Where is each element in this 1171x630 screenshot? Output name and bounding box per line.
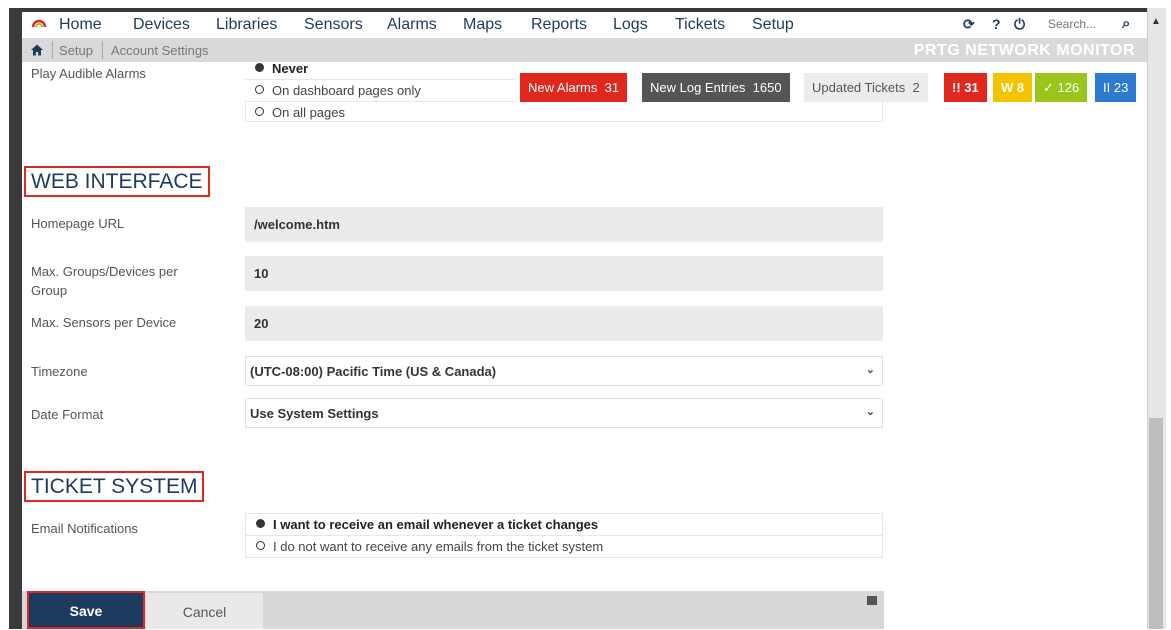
print-icon[interactable] xyxy=(867,596,877,605)
refresh-icon[interactable]: ⟳ xyxy=(963,16,975,33)
logout-icon[interactable]: ⏻ xyxy=(1014,16,1025,33)
nav-setup[interactable]: Setup xyxy=(752,16,794,34)
badge-count: 1650 xyxy=(752,80,782,95)
brand-title: PRTG NETWORK MONITOR xyxy=(913,42,1135,59)
prtg-logo-icon xyxy=(31,19,47,28)
section-ticket-system: TICKET SYSTEM xyxy=(24,471,205,502)
breadcrumb-setup[interactable]: Setup xyxy=(59,43,93,58)
chevron-down-icon: ⌄ xyxy=(865,406,875,418)
radio-label: On dashboard pages only xyxy=(272,83,421,98)
settings-form: Play Audible Alarms Never On dashboard p… xyxy=(22,61,1147,629)
radio-selected-icon xyxy=(255,63,264,72)
warning-sensors-badge[interactable]: W 8 xyxy=(993,73,1033,102)
chevron-down-icon: ⌄ xyxy=(865,364,875,376)
radio-option-dashboard[interactable]: On dashboard pages only xyxy=(245,80,515,102)
home-icon[interactable] xyxy=(30,43,44,57)
badge-label: New Alarms xyxy=(528,80,598,95)
scroll-up-arrow-icon[interactable]: ▲ xyxy=(1151,16,1161,27)
timezone-label: Timezone xyxy=(31,364,88,379)
radio-option-receive-email[interactable]: I want to receive an email whenever a ti… xyxy=(246,514,882,536)
main-navbar: Home Devices Libraries Sensors Alarms Ma… xyxy=(22,12,1147,38)
homepage-url-label: Homepage URL xyxy=(31,216,125,231)
breadcrumb: Setup Account Settings PRTG NETWORK MONI… xyxy=(22,38,1147,62)
badge-count: 31 xyxy=(604,80,620,95)
nav-tickets[interactable]: Tickets xyxy=(675,16,725,34)
nav-libraries[interactable]: Libraries xyxy=(216,16,277,34)
radio-unselected-icon xyxy=(255,85,264,94)
search-input[interactable] xyxy=(1044,15,1122,33)
window-left-border xyxy=(9,8,22,629)
search-icon[interactable]: ⌕ xyxy=(1122,15,1130,32)
radio-option-never[interactable]: Never xyxy=(245,61,515,80)
max-groups-field[interactable]: 10 xyxy=(245,256,883,291)
updated-tickets-badge[interactable]: Updated Tickets 2 xyxy=(804,73,928,102)
nav-home[interactable]: Home xyxy=(59,16,102,34)
breadcrumb-account-settings[interactable]: Account Settings xyxy=(111,43,209,58)
section-web-interface: WEB INTERFACE xyxy=(24,166,210,197)
form-footer: Save Cancel xyxy=(22,591,884,629)
audible-alarms-box-outline xyxy=(245,101,883,122)
radio-label: I want to receive an email whenever a ti… xyxy=(273,517,599,532)
radio-label: Never xyxy=(272,61,309,76)
max-sensors-field[interactable]: 20 xyxy=(245,306,883,341)
app-window: ▲ Home Devices Libraries Sensors Alarms … xyxy=(0,0,1171,629)
radio-option-no-email[interactable]: I do not want to receive any emails from… xyxy=(246,536,882,557)
radio-label: I do not want to receive any emails from… xyxy=(273,539,604,554)
down-sensors-badge[interactable]: !! 31 xyxy=(944,73,987,102)
save-button[interactable]: Save xyxy=(27,591,145,629)
up-sensors-badge[interactable]: ✓ 126 xyxy=(1035,73,1088,102)
nav-reports[interactable]: Reports xyxy=(531,16,587,34)
date-format-label: Date Format xyxy=(31,407,104,422)
date-format-select[interactable]: Use System Settings ⌄ xyxy=(245,398,883,428)
breadcrumb-separator xyxy=(102,41,103,59)
radio-unselected-icon xyxy=(256,541,265,550)
homepage-url-field[interactable]: /welcome.htm xyxy=(245,207,883,242)
paused-sensors-badge[interactable]: II 23 xyxy=(1095,73,1137,102)
timezone-value: (UTC-08:00) Pacific Time (US & Canada) xyxy=(250,364,497,379)
play-audible-alarms-label: Play Audible Alarms xyxy=(31,66,146,81)
timezone-select[interactable]: (UTC-08:00) Pacific Time (US & Canada) ⌄ xyxy=(245,356,883,386)
help-icon[interactable]: ? xyxy=(992,16,1001,32)
new-log-entries-badge[interactable]: New Log Entries 1650 xyxy=(642,73,790,102)
new-alarms-badge[interactable]: New Alarms 31 xyxy=(520,73,628,102)
badge-label: Updated Tickets xyxy=(812,80,906,95)
email-notifications-options: I want to receive an email whenever a ti… xyxy=(245,513,883,558)
nav-logs[interactable]: Logs xyxy=(613,16,648,34)
badge-label: New Log Entries xyxy=(650,80,746,95)
date-format-value: Use System Settings xyxy=(250,406,379,421)
scrollbar-thumb[interactable] xyxy=(1149,418,1163,629)
nav-alarms[interactable]: Alarms xyxy=(387,16,437,34)
max-sensors-label: Max. Sensors per Device xyxy=(31,315,177,330)
nav-maps[interactable]: Maps xyxy=(463,16,502,34)
email-notifications-label: Email Notifications xyxy=(31,521,138,536)
radio-selected-icon xyxy=(256,519,265,528)
badge-count: 2 xyxy=(912,80,920,95)
breadcrumb-separator xyxy=(52,41,53,59)
cancel-button[interactable]: Cancel xyxy=(146,593,263,629)
max-groups-label: Max. Groups/Devices per Group xyxy=(31,264,178,298)
nav-devices[interactable]: Devices xyxy=(133,16,190,34)
nav-sensors[interactable]: Sensors xyxy=(304,16,363,34)
